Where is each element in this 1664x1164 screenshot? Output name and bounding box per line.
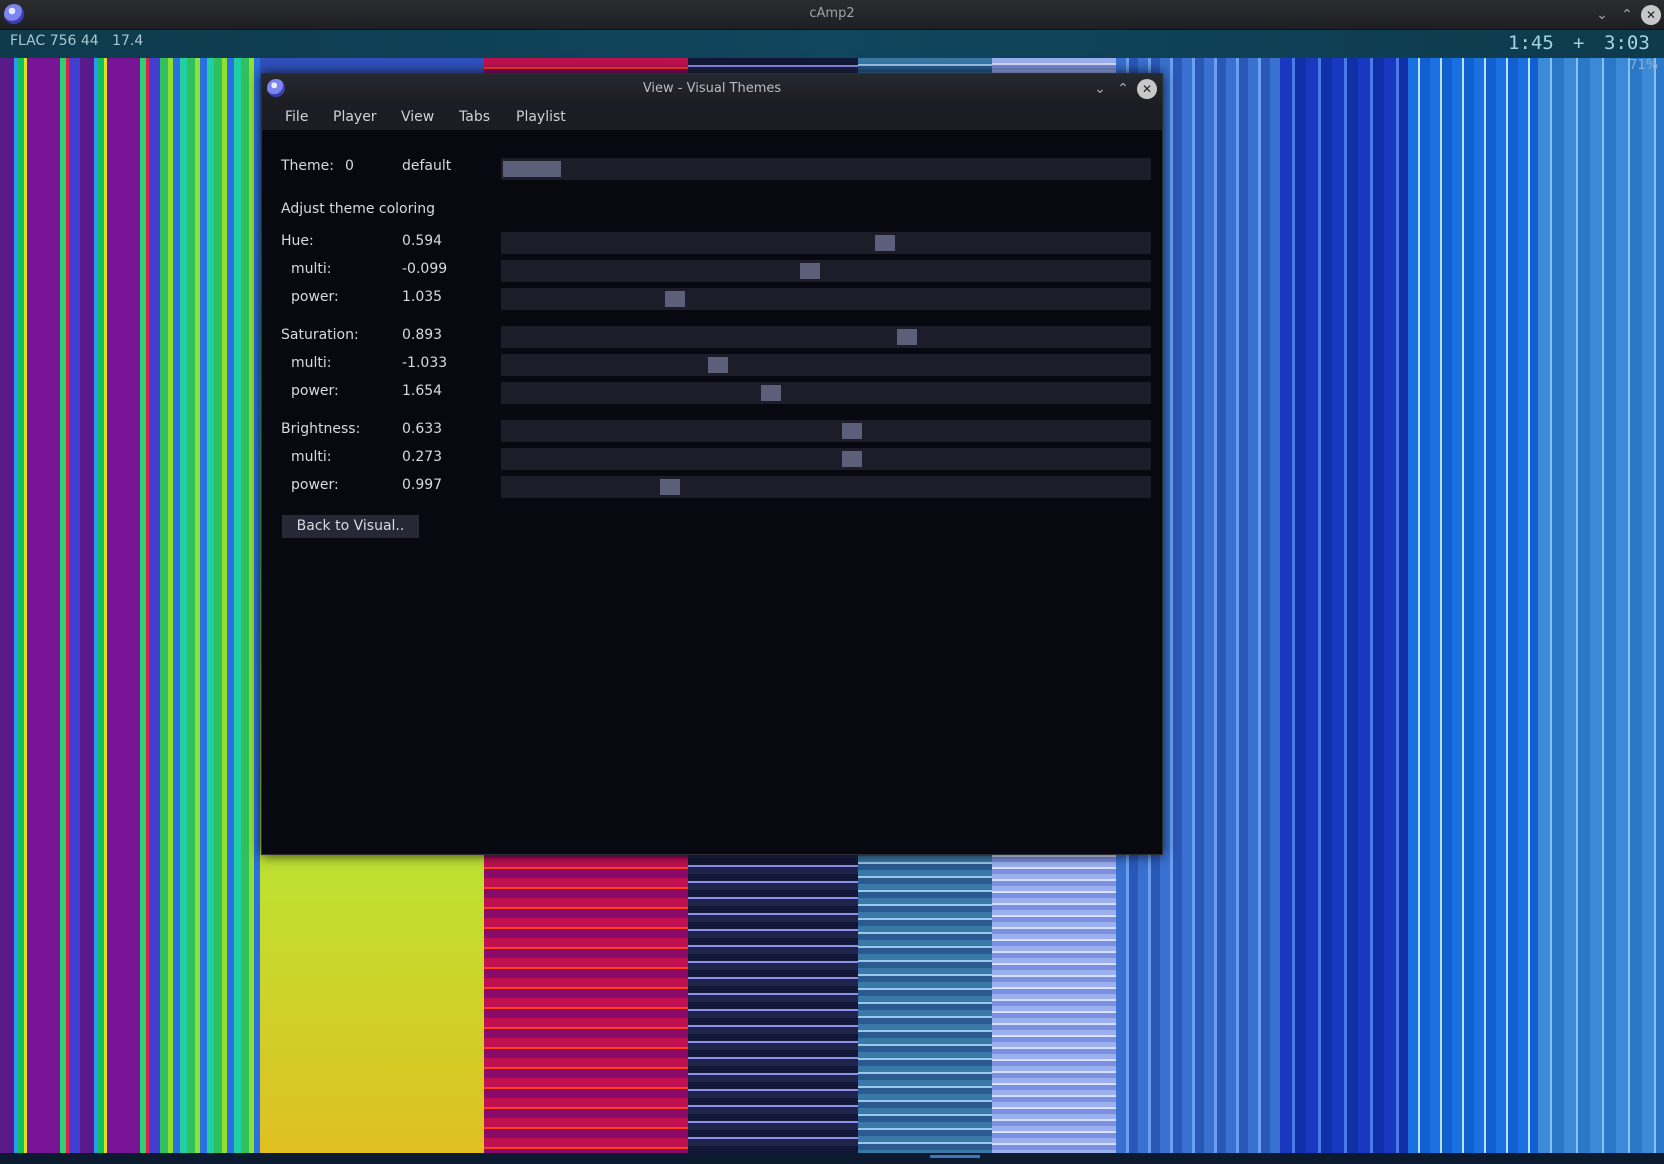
saturation-power-value: 1.654 <box>402 383 443 399</box>
slider-handle[interactable] <box>842 423 862 439</box>
theme-slider[interactable] <box>501 158 1151 180</box>
maximize-icon[interactable]: ⌃ <box>1617 5 1637 25</box>
menu-file[interactable]: File <box>285 109 308 125</box>
brightness-multi-label: multi: <box>291 449 332 465</box>
menu-tabs[interactable]: Tabs <box>459 109 490 125</box>
dialog-titlebar[interactable]: View - Visual Themes ⌄ ⌃ ✕ <box>262 74 1162 104</box>
brightness-label: Brightness: <box>281 421 361 437</box>
brightness-value: 0.633 <box>402 421 443 437</box>
position-scrollbar[interactable] <box>0 1153 1664 1164</box>
slider-handle[interactable] <box>665 291 685 307</box>
slider-handle[interactable] <box>708 357 728 373</box>
hue-multi-label: multi: <box>291 261 332 277</box>
dialog-title: View - Visual Themes <box>642 81 782 96</box>
hue-multi-slider[interactable] <box>501 260 1151 282</box>
theme-number: 0 <box>345 158 354 174</box>
saturation-slider[interactable] <box>501 326 1151 348</box>
minimize-icon[interactable]: ⌄ <box>1592 5 1612 25</box>
app-titlebar: cAmp2 ⌄ ⌃ ✕ <box>0 0 1664 30</box>
time-separator: + <box>1573 32 1585 54</box>
brightness-multi-value: 0.273 <box>402 449 443 465</box>
dialog-close-icon[interactable]: ✕ <box>1137 79 1157 99</box>
total-time[interactable]: 3:03 <box>1604 32 1650 54</box>
menu-player[interactable]: Player <box>333 109 377 125</box>
menu-bar: File Player View Tabs Playlist <box>262 104 1162 130</box>
theme-slider-handle[interactable] <box>503 161 561 177</box>
hue-power-label: power: <box>291 289 339 305</box>
menu-playlist[interactable]: Playlist <box>516 109 566 125</box>
slider-handle[interactable] <box>842 451 862 467</box>
saturation-value: 0.893 <box>402 327 443 343</box>
saturation-multi-slider[interactable] <box>501 354 1151 376</box>
elapsed-time[interactable]: 1:45 <box>1508 32 1554 54</box>
back-to-visual-button[interactable]: Back to Visual.. <box>282 515 419 538</box>
slider-handle[interactable] <box>800 263 820 279</box>
dialog-maximize-icon[interactable]: ⌃ <box>1113 79 1133 99</box>
brightness-multi-slider[interactable] <box>501 448 1151 470</box>
saturation-label: Saturation: <box>281 327 359 343</box>
brightness-power-slider[interactable] <box>501 476 1151 498</box>
close-icon[interactable]: ✕ <box>1641 5 1661 25</box>
zoom-percent: 71% <box>1629 58 1658 73</box>
saturation-multi-label: multi: <box>291 355 332 371</box>
brightness-power-value: 0.997 <box>402 477 443 493</box>
visual-themes-dialog: View - Visual Themes ⌄ ⌃ ✕ File Player V… <box>261 73 1163 855</box>
saturation-multi-value: -1.033 <box>402 355 448 371</box>
saturation-power-label: power: <box>291 383 339 399</box>
dialog-minimize-icon[interactable]: ⌄ <box>1090 79 1110 99</box>
slider-handle[interactable] <box>875 235 895 251</box>
theme-label: Theme: <box>281 158 335 174</box>
format-info: FLAC 756 44 17.4 <box>10 33 144 49</box>
slider-handle[interactable] <box>897 329 917 345</box>
player-status-bar: FLAC 756 44 17.4 1:45 + 3:03 <box>0 30 1664 58</box>
hue-power-slider[interactable] <box>501 288 1151 310</box>
scroll-thumb[interactable] <box>930 1155 980 1158</box>
menu-view[interactable]: View <box>401 109 434 125</box>
slider-handle[interactable] <box>761 385 781 401</box>
hue-slider[interactable] <box>501 232 1151 254</box>
theme-name: default <box>402 158 452 174</box>
window-title: cAmp2 <box>809 6 855 21</box>
hue-multi-value: -0.099 <box>402 261 448 277</box>
slider-handle[interactable] <box>660 479 680 495</box>
section-heading: Adjust theme coloring <box>281 201 436 217</box>
brightness-slider[interactable] <box>501 420 1151 442</box>
saturation-power-slider[interactable] <box>501 382 1151 404</box>
brightness-power-label: power: <box>291 477 339 493</box>
hue-label: Hue: <box>281 233 314 249</box>
hue-power-value: 1.035 <box>402 289 443 305</box>
hue-value: 0.594 <box>402 233 443 249</box>
